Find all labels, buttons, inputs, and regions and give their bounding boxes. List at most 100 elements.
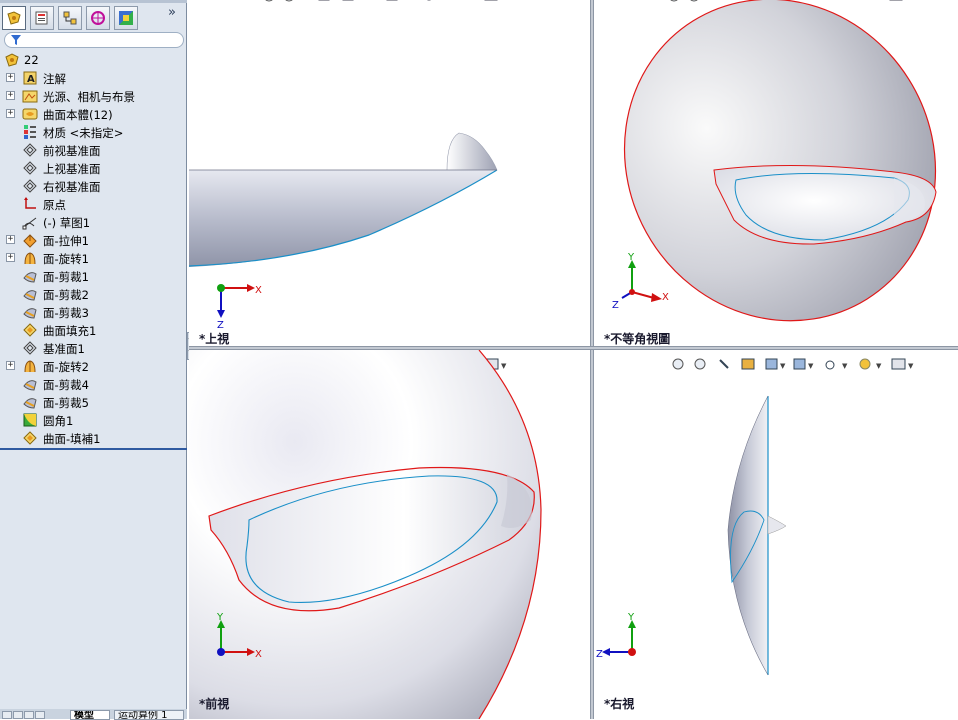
dimxpert-icon <box>91 11 105 25</box>
tree-filter-input[interactable] <box>4 32 184 48</box>
axis-x-label: X <box>662 292 669 303</box>
expand-plus-icon[interactable]: + <box>6 361 15 370</box>
viewport-top-view[interactable]: X Z *上視 <box>189 0 590 346</box>
manager-tabs <box>2 6 184 32</box>
viewport-isometric-view[interactable]: Y X Z *不等角視圖 <box>594 0 958 346</box>
part-icon <box>5 53 19 67</box>
plane-icon <box>23 161 37 175</box>
tree-item-label: 前视基准面 <box>43 144 101 158</box>
surface-extrude-icon <box>23 234 37 248</box>
tree-item-label: 面-剪裁2 <box>43 288 89 302</box>
tree-item-label: 注解 <box>43 72 66 86</box>
tree-item[interactable]: + 面-拉伸1 <box>0 231 186 249</box>
axis-y-label: Y <box>627 252 635 263</box>
tree-item-label: 上视基准面 <box>43 162 101 176</box>
surface-trim-icon <box>23 272 37 283</box>
tree-item-label: 光源、相机与布景 <box>43 90 135 104</box>
surface-revolve-icon <box>24 252 36 265</box>
propertymanager-tab[interactable] <box>30 6 54 30</box>
tree-item-label: (-) 草图1 <box>43 216 91 230</box>
filter-funnel-icon <box>11 35 21 45</box>
tree-item[interactable]: 面-剪裁5 <box>0 393 186 411</box>
tree-item[interactable]: + 面-旋转2 <box>0 357 186 375</box>
tree-item[interactable]: 原点 <box>0 195 186 213</box>
tree-item[interactable]: 基准面1 <box>0 339 186 357</box>
expand-plus-icon[interactable]: + <box>6 91 15 100</box>
tree-item[interactable]: + 面-旋转1 <box>0 249 186 267</box>
plane-icon <box>23 341 37 355</box>
rollback-bar[interactable] <box>0 448 187 450</box>
tree-item-label: 面-旋转1 <box>43 252 89 266</box>
tree-item[interactable]: 曲面-填補1 <box>0 429 186 447</box>
plane-icon <box>23 143 37 157</box>
plane-icon <box>23 179 37 193</box>
tree-item[interactable]: 面-剪裁2 <box>0 285 186 303</box>
tab-scroll-prev-button[interactable] <box>13 711 23 719</box>
origin-icon <box>24 197 36 209</box>
viewport-label-front: *前視 <box>199 697 230 711</box>
tree-item-label: 原点 <box>43 198 66 212</box>
tree-item[interactable]: 材质 <未指定> <box>0 123 186 141</box>
surface-trim-icon <box>23 290 37 301</box>
tree-item[interactable]: + 光源、相机与布景 <box>0 87 186 105</box>
tree-item-label: 曲面本體(12) <box>43 108 113 122</box>
tree-item-label: 面-剪裁3 <box>43 306 89 320</box>
tree-root-label: 22 <box>24 53 39 67</box>
tree-item[interactable]: 上视基准面 <box>0 159 186 177</box>
tree-item[interactable]: + A 注解 <box>0 69 186 87</box>
viewport-right-view[interactable]: ▼ ▼ ▼ ▼ ▼ Y Z *右視 <box>594 350 958 719</box>
feature-manager-panel: » 22 + A 注解 + 光源、相机与布景 + 曲面本體(12) 材质 <未指定> 前视基准面上… <box>0 0 187 720</box>
expand-plus-icon[interactable]: + <box>6 73 15 82</box>
triad-front: Y X <box>216 612 262 660</box>
tab-scroll-last-button[interactable] <box>35 711 45 719</box>
triad-top: X Z <box>217 284 262 331</box>
featuremanager-icon <box>7 11 21 25</box>
tree-item[interactable]: 面-剪裁1 <box>0 267 186 285</box>
configurationmanager-icon <box>63 11 77 25</box>
surface-fill-icon <box>23 323 37 337</box>
display-manager-icon <box>119 11 133 25</box>
axis-z-label: Z <box>612 300 619 311</box>
annotations-icon: A <box>23 71 37 85</box>
tree-item[interactable]: 曲面填充1 <box>0 321 186 339</box>
panel-top-border <box>0 0 187 3</box>
surface-fill-icon <box>23 431 37 445</box>
surface-revolve-icon <box>24 360 36 373</box>
triad-right: Y Z <box>596 612 636 660</box>
axis-x-label: X <box>255 649 262 660</box>
tree-item[interactable]: 面-剪裁4 <box>0 375 186 393</box>
tab-scroll-first-button[interactable] <box>2 711 12 719</box>
display-manager-tab[interactable] <box>114 6 138 30</box>
tree-item[interactable]: 圆角1 <box>0 411 186 429</box>
expand-plus-icon[interactable]: + <box>6 253 15 262</box>
tree-item[interactable]: 前视基准面 <box>0 141 186 159</box>
fillet-icon <box>23 413 37 427</box>
axis-y-label: Y <box>627 612 635 623</box>
surface-bodies-icon <box>22 108 38 120</box>
tree-item-label: 面-旋转2 <box>43 360 89 374</box>
dimxpert-tab[interactable] <box>86 6 110 30</box>
expand-plus-icon[interactable]: + <box>6 235 15 244</box>
configurationmanager-tab[interactable] <box>58 6 82 30</box>
tree-item[interactable]: (-) 草图1 <box>0 213 186 231</box>
tab-scroll-next-button[interactable] <box>24 711 34 719</box>
tree-item-label: 面-剪裁4 <box>43 378 89 392</box>
triad-isometric: Y X Z <box>612 252 669 311</box>
axis-x-label: X <box>255 285 262 296</box>
more-tabs-chevron-icon[interactable]: » <box>168 5 176 20</box>
surface-trim-icon <box>23 398 37 409</box>
expand-plus-icon[interactable]: + <box>6 109 15 118</box>
viewport-label-right: *右視 <box>604 697 635 711</box>
tree-root-part[interactable]: 22 <box>0 51 186 69</box>
tree-item[interactable]: + 曲面本體(12) <box>0 105 186 123</box>
tree-item[interactable]: 右视基准面 <box>0 177 186 195</box>
tree-item-label: 曲面-填補1 <box>43 432 101 446</box>
tree-item[interactable]: 面-剪裁3 <box>0 303 186 321</box>
svg-text:A: A <box>27 74 35 85</box>
axis-z-label: Z <box>596 649 603 660</box>
sketch-icon <box>22 217 37 230</box>
viewport-front-view[interactable]: ▼ ▼ ▼ ▼ ▼ Y X *前視 <box>189 350 590 719</box>
featuremanager-tab[interactable] <box>2 6 26 30</box>
tree-item-label: 材质 <未指定> <box>43 126 124 140</box>
tree-item-label: 面-剪裁1 <box>43 270 89 284</box>
